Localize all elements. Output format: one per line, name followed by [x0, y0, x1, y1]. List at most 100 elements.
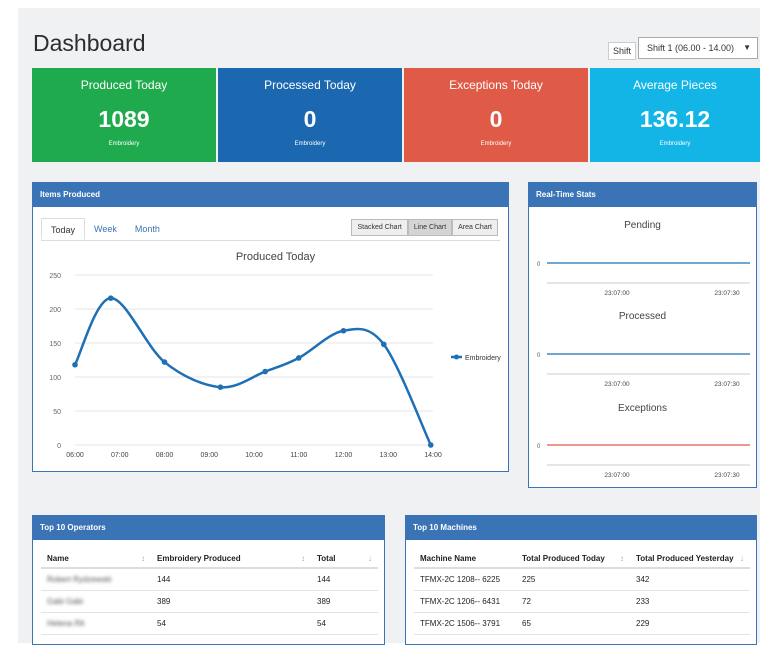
rt-y-tick-label: 0	[537, 353, 541, 359]
operator-name: Helena Rit	[41, 612, 151, 635]
column-header-label: Embroidery Produced	[157, 554, 241, 563]
x-tick-label: 08:00	[156, 452, 174, 459]
y-tick-label: 250	[49, 273, 61, 280]
chevron-down-icon: ▼	[743, 43, 751, 52]
y-tick-label: 200	[49, 307, 61, 314]
column-header-machine[interactable]: Machine Name	[414, 550, 516, 569]
data-point	[427, 442, 434, 448]
table-row: Helena Rit 54 54	[41, 612, 378, 635]
machine-yesterday: 233	[630, 590, 750, 613]
series-line	[73, 296, 432, 446]
card-value: 0	[489, 106, 503, 132]
column-header-yesterday[interactable]: Total Produced Yesterday ↓	[630, 550, 750, 569]
operator-total: 144	[311, 568, 378, 591]
card-subtitle: Embroidery	[659, 141, 691, 147]
operator-total: 54	[311, 612, 378, 635]
machine-name: TFMX-2C 1206-- 6431	[414, 590, 516, 613]
processed-today-card: Processed Today 0 Embroidery	[218, 68, 402, 162]
sort-icon: ↓	[740, 554, 744, 563]
column-header-name[interactable]: Name ↕	[41, 550, 151, 569]
machine-today: 225	[516, 568, 630, 591]
data-point	[108, 295, 114, 301]
rt-x-tick-label: 23:07:00	[604, 381, 630, 388]
legend-label: Embroidery	[465, 355, 501, 362]
panel-title: Top 10 Machines	[406, 516, 756, 540]
x-tick-label: 10:00	[245, 452, 263, 459]
machine-name: TFMX-2C 1506-- 3791	[414, 612, 516, 635]
table-row: TFMX-2C 1208-- 6225 225 342	[414, 568, 750, 591]
operator-produced: 54	[151, 612, 311, 635]
rt-x-tick-label: 23:07:30	[714, 381, 740, 388]
data-point	[295, 355, 302, 361]
page-title: Dashboard	[33, 30, 146, 56]
card-title: Processed Today	[264, 78, 356, 92]
data-point	[217, 384, 224, 390]
machines-table: Machine Name Total Produced Today ↕ Total…	[414, 550, 750, 635]
top-machines-panel: Top 10 Machines Machine Name Total Produ…	[405, 515, 757, 645]
machine-yesterday: 229	[630, 612, 750, 635]
operator-name: Gabi Gabi	[41, 590, 151, 613]
x-tick-label: 13:00	[379, 452, 397, 459]
column-header-today[interactable]: Total Produced Today ↕	[516, 550, 630, 569]
table-row: Gabi Gabi 389 389	[41, 590, 378, 613]
rt-y-tick-label: 0	[537, 262, 541, 268]
x-tick-label: 14:00	[424, 452, 442, 459]
table-row: TFMX-2C 1506-- 3791 65 229	[414, 612, 750, 635]
rt-x-tick-label: 23:07:30	[714, 472, 740, 479]
produced-today-card: Produced Today 1089 Embroidery	[32, 68, 216, 162]
x-tick-label: 07:00	[111, 452, 129, 459]
operator-name: Robert Rydzewski	[41, 568, 151, 591]
data-point	[340, 327, 347, 334]
card-subtitle: Embroidery	[294, 141, 326, 147]
top-operators-panel: Top 10 Operators Name ↕ Embroidery Produc…	[32, 515, 385, 645]
sort-icon: ↕	[301, 554, 305, 563]
table-row: TFMX-2C 1206-- 6431 72 233	[414, 590, 750, 613]
sort-icon: ↕	[620, 554, 624, 563]
machine-today: 72	[516, 590, 630, 613]
y-tick-label: 150	[49, 341, 61, 348]
shift-select-value: Shift 1 (06.00 - 14.00)	[647, 43, 735, 53]
y-tick-label: 0	[57, 443, 61, 450]
table-header-row: Machine Name Total Produced Today ↕ Total…	[414, 550, 750, 569]
shift-label: Shift	[608, 42, 637, 60]
operator-total: 389	[311, 590, 378, 613]
sort-icon: ↕	[141, 554, 145, 563]
card-value: 0	[303, 106, 317, 132]
card-subtitle: Embroidery	[480, 141, 512, 147]
x-tick-label: 09:00	[200, 452, 218, 459]
machine-name: TFMX-2C 1208-- 6225	[414, 568, 516, 591]
realtime-charts: 0 23:07:00 23:07:30 0 23:07:00 23:07:30 0 23:07…	[537, 262, 750, 479]
card-subtitle: Embroidery	[108, 141, 140, 147]
dashboard-page: Dashboard Shift Shift 1 (06.00 - 14.00) …	[18, 8, 760, 645]
shift-select[interactable]: Shift 1 (06.00 - 14.00) ▼	[638, 37, 758, 59]
y-tick-label: 50	[53, 409, 61, 416]
data-point	[161, 359, 168, 365]
legend-marker	[454, 354, 459, 360]
average-pieces-card: Average Pieces 136.12 Embroidery	[590, 68, 760, 162]
operator-produced: 389	[151, 590, 311, 613]
data-point	[72, 361, 78, 368]
realtime-stats-panel: Real-Time Stats Pending Processed Except…	[528, 182, 757, 488]
x-tick-label: 06:00	[66, 452, 84, 459]
column-header-label: Total	[317, 554, 336, 563]
column-header-label: Machine Name	[420, 554, 477, 563]
card-value: 1089	[98, 106, 150, 132]
table-header-row: Name ↕ Embroidery Produced ↕ Total ↓	[41, 550, 378, 569]
column-header-total[interactable]: Total ↓	[311, 550, 378, 569]
table-row: Robert Rydzewski 144 144	[41, 568, 378, 591]
x-tick-label: 12:00	[335, 452, 353, 459]
data-point	[262, 368, 268, 375]
rt-x-tick-label: 23:07:00	[604, 472, 630, 479]
panel-title: Top 10 Operators	[33, 516, 384, 540]
column-header-produced[interactable]: Embroidery Produced ↕	[151, 550, 311, 569]
operators-table: Name ↕ Embroidery Produced ↕ Total ↓ Robert…	[41, 550, 378, 635]
rt-x-tick-label: 23:07:30	[714, 290, 740, 297]
rt-y-tick-label: 0	[537, 444, 541, 450]
operator-produced: 144	[151, 568, 311, 591]
column-header-label: Total Produced Yesterday	[636, 554, 734, 563]
produced-line-chart: 0 50 100 150 200 250 06:00 07:00 08:00 09:00 10:00…	[49, 273, 501, 459]
machine-today: 65	[516, 612, 630, 635]
card-value: 136.12	[639, 106, 711, 132]
exceptions-today-card: Exceptions Today 0 Embroidery	[404, 68, 588, 162]
card-title: Produced Today	[80, 78, 168, 92]
